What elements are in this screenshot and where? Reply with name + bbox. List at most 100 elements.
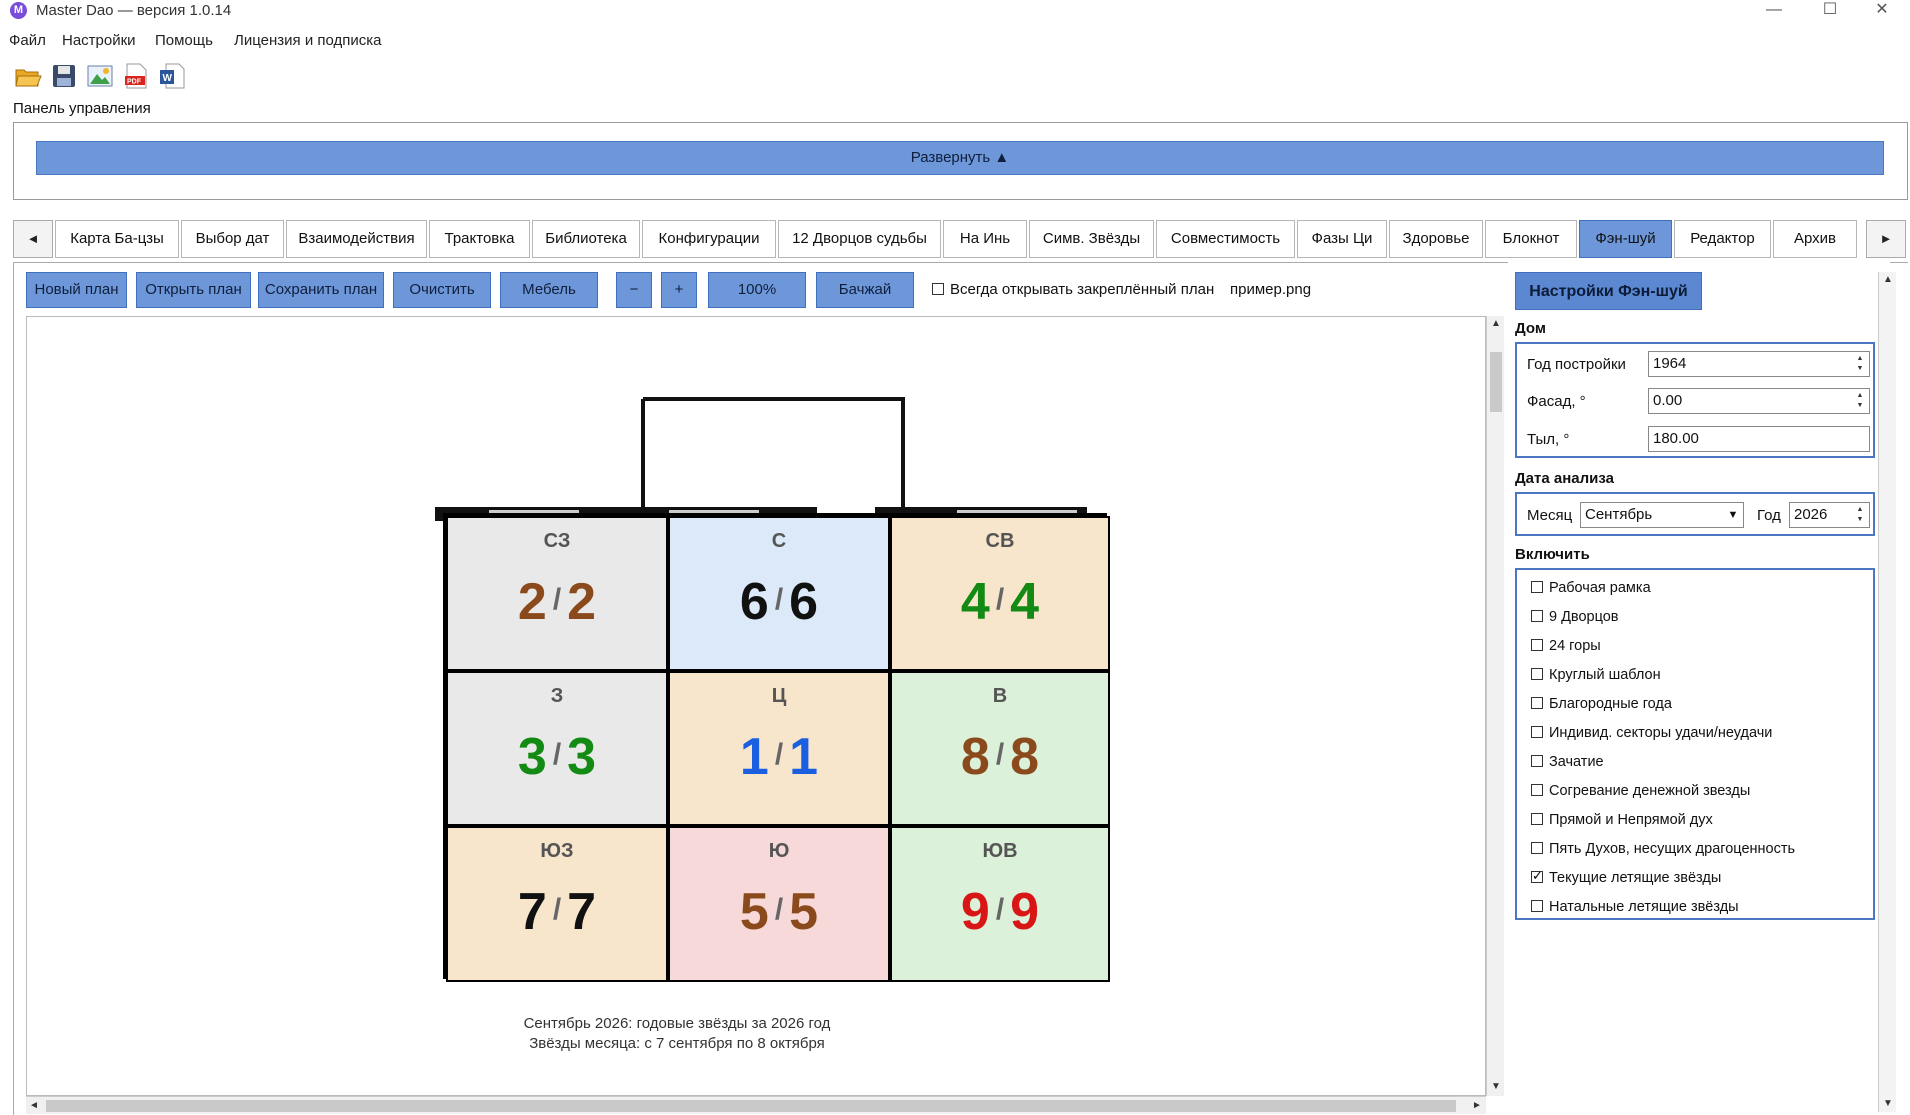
option-checkbox[interactable] [1531,668,1543,680]
tab-bazi-chart[interactable]: Карта Ба-цзы [55,220,179,258]
option-conception[interactable]: Зачатие [1531,754,1604,770]
tab-notebook[interactable]: Блокнот [1485,220,1577,258]
spinner-arrows-icon[interactable]: ▲ ▼ [1854,505,1866,525]
zoom-in-button[interactable]: + [661,272,697,308]
dropdown-arrow-icon[interactable]: ▼ [1725,505,1741,525]
bagua-button[interactable]: Бачжай [816,272,914,308]
canvas-horizontal-scrollbar[interactable]: ◄ ► [26,1096,1486,1114]
zoom-level-button[interactable]: 100% [708,272,806,308]
spinner-arrows-icon[interactable]: ▲ ▼ [1854,354,1866,374]
option-money-star[interactable]: Согревание денежной звезды [1531,783,1750,799]
option-checkbox[interactable] [1531,610,1543,622]
grid-cell-sw[interactable]: ЮЗ 7/7 [446,826,668,982]
option-current-flying-stars[interactable]: Текущие летящие звёзды [1531,868,1721,886]
option-checkbox[interactable] [1531,813,1543,825]
scroll-right-icon[interactable]: ► [1472,1100,1482,1111]
tab-date-selection[interactable]: Выбор дат [181,220,284,258]
plan-canvas[interactable]: СЗ 2/2 С 6/6 СВ 4/4 З 3/3 Ц 1/1 В 8/8 ЮЗ… [26,316,1486,1096]
settings-scroll-down-icon[interactable]: ▼ [1883,1098,1893,1109]
furniture-button[interactable]: Мебель [500,272,598,308]
settings-scroll-up-icon[interactable]: ▲ [1883,274,1893,285]
tab-qi-phases[interactable]: Фазы Ци [1297,220,1387,258]
expand-button[interactable]: Развернуть ▲ [36,141,1884,175]
option-checkbox[interactable] [1531,900,1543,912]
save-icon[interactable] [50,62,78,92]
grid-cell-nw[interactable]: СЗ 2/2 [446,516,668,671]
option-checkbox[interactable] [1531,842,1543,854]
option-24-mountains[interactable]: 24 горы [1531,638,1601,654]
clear-button[interactable]: Очистить [393,272,491,308]
pdf-icon[interactable]: PDF [122,62,150,92]
horizontal-scroll-thumb[interactable] [46,1100,1456,1112]
tab-compatibility[interactable]: Совместимость [1156,220,1295,258]
option-noble-years[interactable]: Благородные года [1531,696,1672,712]
tab-library[interactable]: Библиотека [532,220,640,258]
tab-health[interactable]: Здоровье [1389,220,1483,258]
menu-file[interactable]: Файл [9,32,46,49]
option-checkbox[interactable] [1531,697,1543,709]
cell-number-b: 2 [567,573,597,631]
grid-cell-w[interactable]: З 3/3 [446,671,668,826]
option-checkbox-checked[interactable] [1531,868,1543,884]
option-direct-indirect-spirit[interactable]: Прямой и Непрямой дух [1531,812,1713,828]
menu-license[interactable]: Лицензия и подписка [234,32,382,49]
option-work-frame[interactable]: Рабочая рамка [1531,580,1651,596]
always-open-checkbox[interactable]: Всегда открывать закреплённый план [932,281,1214,298]
word-icon[interactable]: W [158,62,186,92]
grid-cell-se[interactable]: ЮВ 9/9 [890,826,1110,982]
vertical-scroll-thumb[interactable] [1490,352,1502,412]
tab-interactions[interactable]: Взаимодействия [286,220,427,258]
month-select[interactable]: Сентябрь ▼ [1580,502,1744,528]
cell-separator: / [774,583,784,616]
grid-cell-n[interactable]: С 6/6 [668,516,890,671]
option-checkbox[interactable] [1531,755,1543,767]
minimize-button[interactable]: — [1746,0,1802,22]
option-round-template[interactable]: Круглый шаблон [1531,667,1661,683]
analysis-year-input[interactable]: 2026 ▲ ▼ [1789,502,1870,528]
canvas-vertical-scrollbar[interactable]: ▲ ▼ [1486,316,1504,1096]
image-icon[interactable] [86,62,114,92]
tab-editor[interactable]: Редактор [1674,220,1771,258]
tab-interpretation[interactable]: Трактовка [429,220,530,258]
option-individual-sectors[interactable]: Индивид. секторы удачи/неудачи [1531,725,1772,741]
analysis-year-label: Год [1757,507,1781,524]
tab-configurations[interactable]: Конфигурации [642,220,776,258]
facade-input[interactable]: 0.00 ▲ ▼ [1648,388,1870,414]
spinner-arrows-icon[interactable]: ▲ ▼ [1854,391,1866,411]
option-checkbox[interactable] [1531,784,1543,796]
scroll-up-icon[interactable]: ▲ [1491,318,1501,329]
grid-cell-ne[interactable]: СВ 4/4 [890,516,1110,671]
tab-feng-shui[interactable]: Фэн-шуй [1579,220,1672,258]
option-9-palaces[interactable]: 9 Дворцов [1531,609,1619,625]
menu-settings[interactable]: Настройки [62,32,136,49]
save-plan-button[interactable]: Сохранить план [258,272,384,308]
menu-help[interactable]: Помощь [155,32,213,49]
option-five-ghosts[interactable]: Пять Духов, несущих драгоценность [1531,841,1795,857]
option-checkbox[interactable] [1531,726,1543,738]
new-plan-button[interactable]: Новый план [26,272,127,308]
scroll-left-icon[interactable]: ◄ [29,1100,39,1111]
tab-symbolic-stars[interactable]: Симв. Звёзды [1029,220,1154,258]
tab-12-palaces[interactable]: 12 Дворцов судьбы [778,220,941,258]
option-checkbox[interactable] [1531,581,1543,593]
scroll-down-icon[interactable]: ▼ [1491,1081,1501,1092]
folder-open-icon[interactable] [14,62,42,92]
tab-archive[interactable]: Архив [1773,220,1857,258]
grid-cell-e[interactable]: В 8/8 [890,671,1110,826]
year-built-input[interactable]: 1964 ▲ ▼ [1648,351,1870,377]
tab-scroll-left[interactable]: ◄ [13,220,53,258]
zoom-out-button[interactable]: − [616,272,652,308]
tab-scroll-right[interactable]: ► [1866,220,1906,258]
tab-na-yin[interactable]: На Инь [943,220,1027,258]
option-natal-flying-stars[interactable]: Натальные летящие звёзды [1531,899,1739,915]
always-open-checkbox-box[interactable] [932,283,944,295]
back-input[interactable]: 180.00 [1648,426,1870,452]
grid-cell-s[interactable]: Ю 5/5 [668,826,890,982]
grid-cell-center[interactable]: Ц 1/1 [668,671,890,826]
open-plan-button[interactable]: Открыть план [136,272,251,308]
close-button[interactable]: ✕ [1854,0,1910,22]
option-checkbox[interactable] [1531,639,1543,651]
cell-numbers: 7/7 [448,882,666,942]
maximize-button[interactable]: ☐ [1802,0,1858,22]
settings-scrollbar[interactable]: ▲ ▼ [1878,272,1896,1112]
